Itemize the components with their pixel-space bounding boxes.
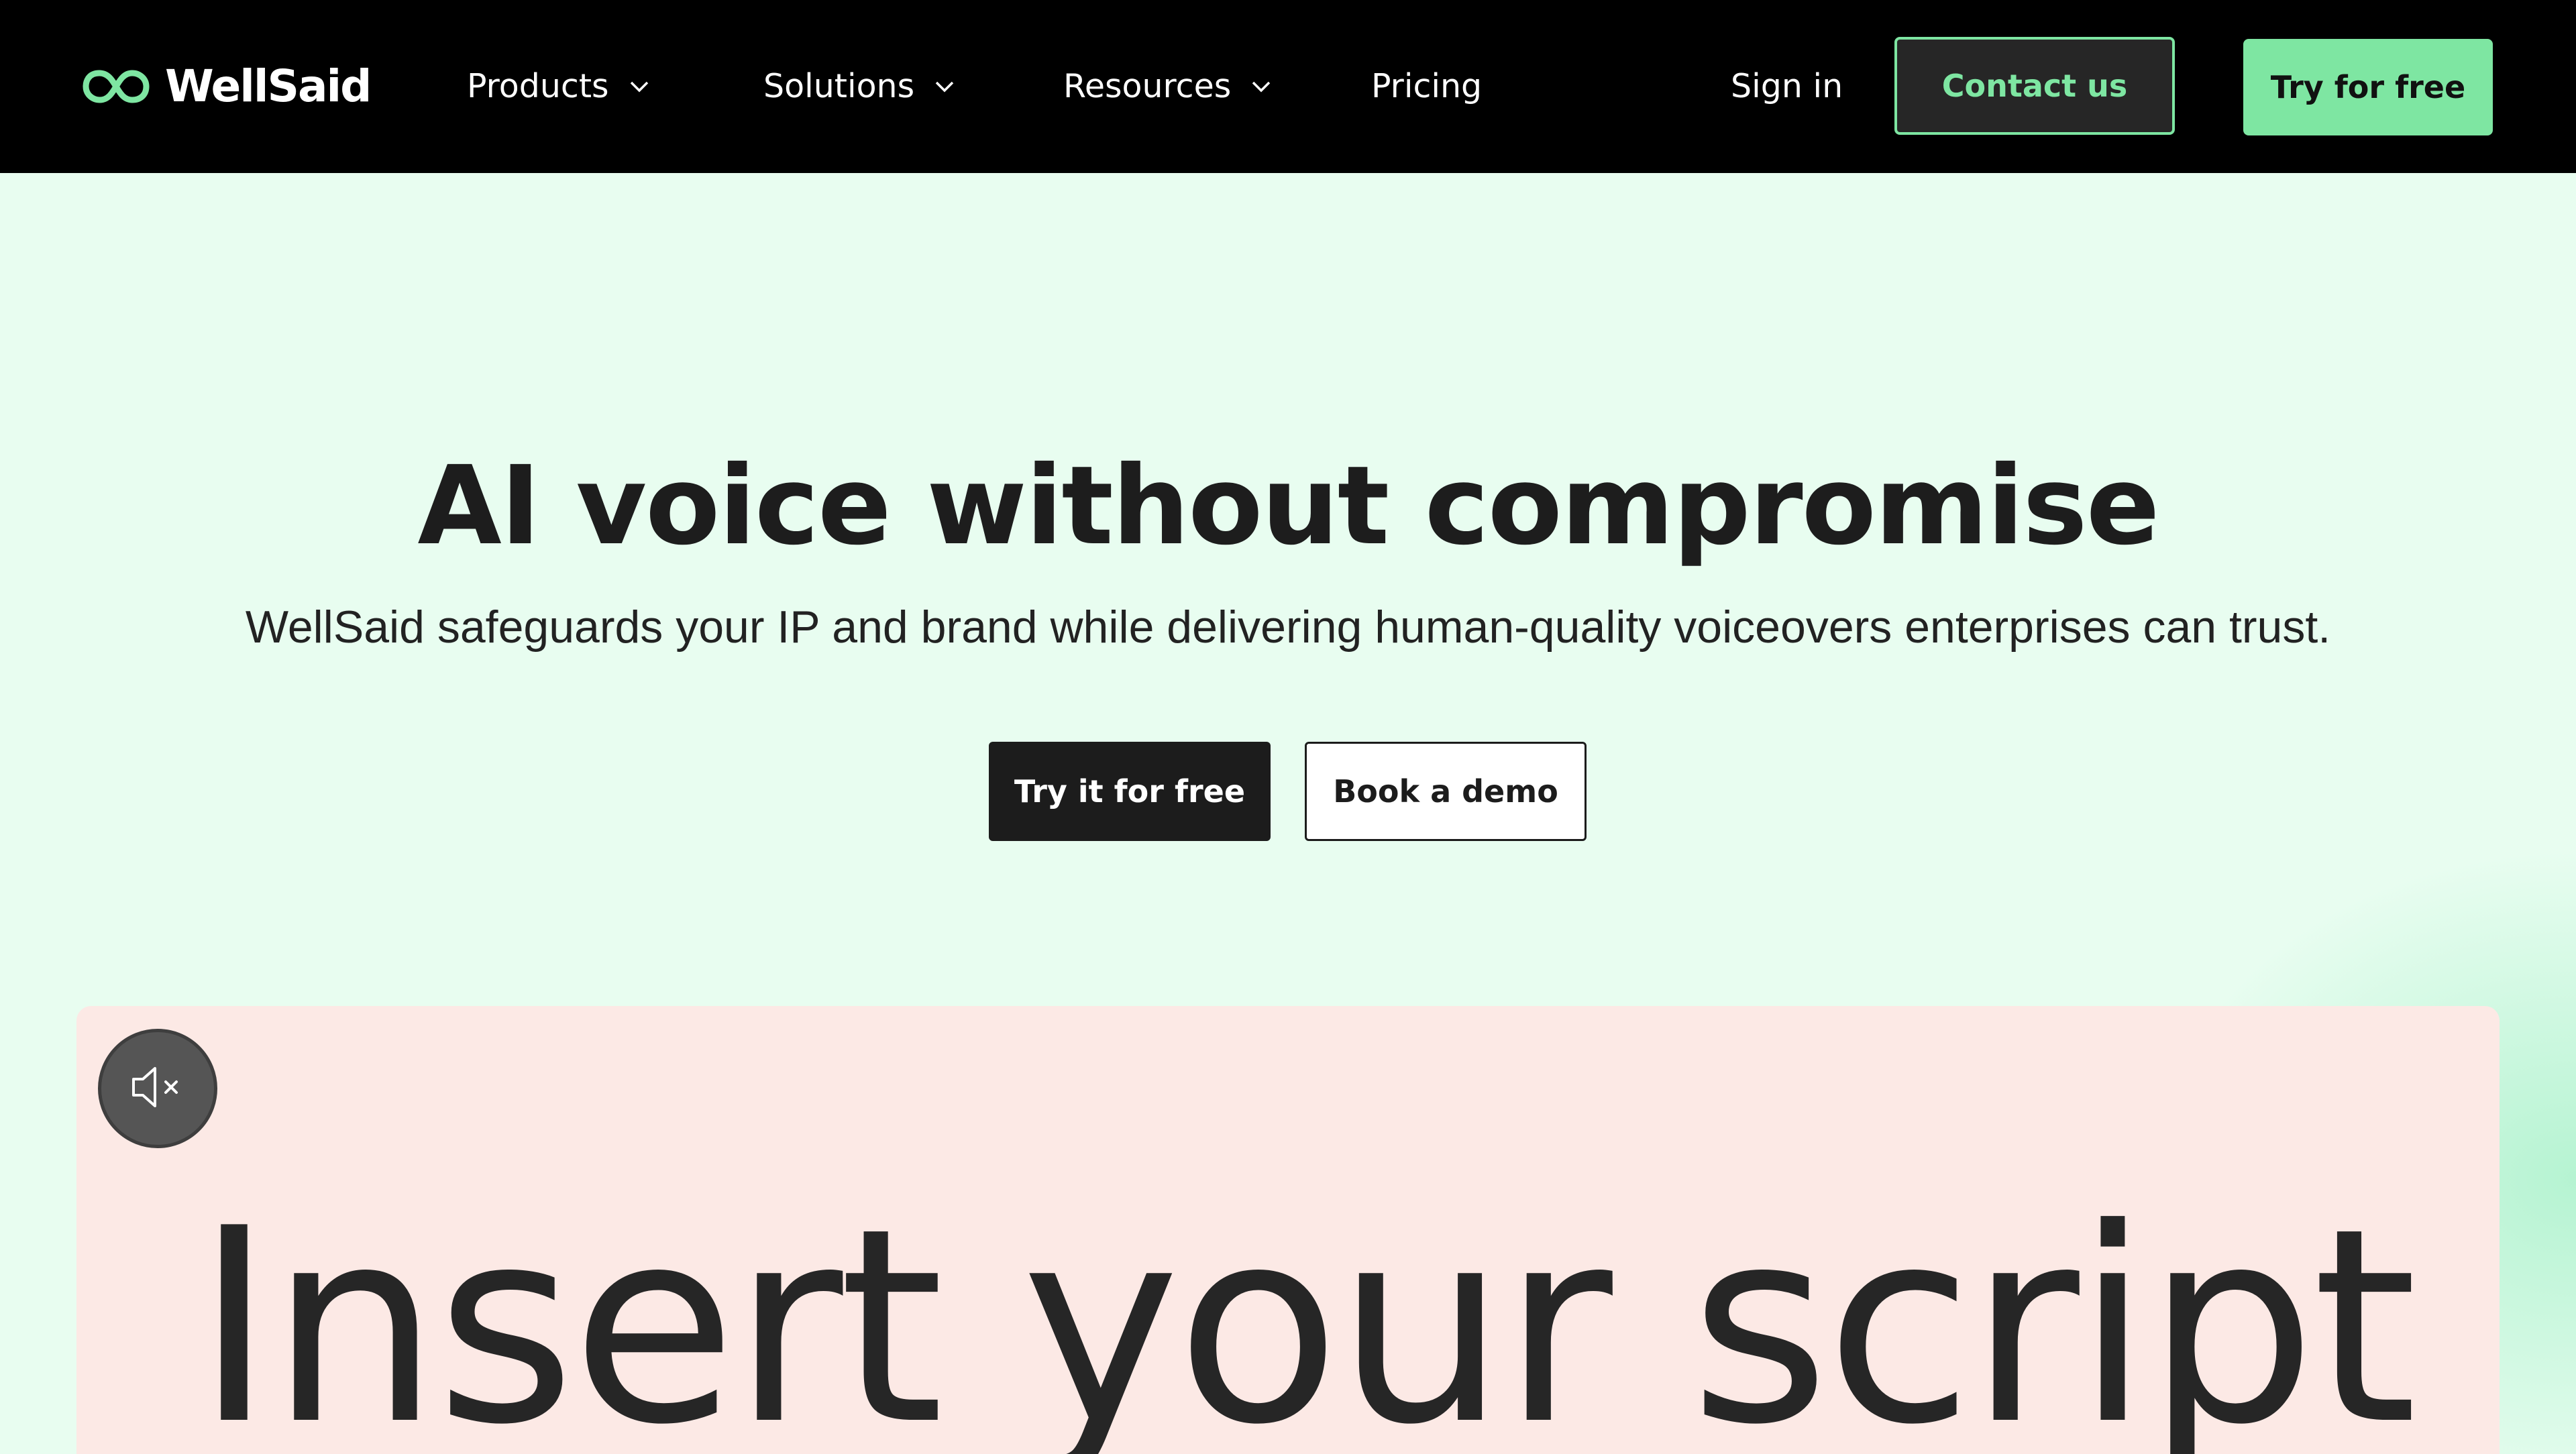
- nav-resources[interactable]: Resources: [1063, 63, 1271, 110]
- mute-toggle-button[interactable]: [98, 1029, 217, 1148]
- wellsaid-infinity-logo-icon: [82, 68, 150, 105]
- nav-solutions-label: Solutions: [763, 67, 915, 105]
- nav-products[interactable]: Products: [467, 63, 649, 110]
- sign-in-link[interactable]: Sign in: [1731, 63, 1843, 110]
- nav-resources-label: Resources: [1063, 67, 1232, 105]
- nav-products-label: Products: [467, 67, 609, 105]
- book-a-demo-button[interactable]: Book a demo: [1305, 742, 1587, 841]
- contact-us-button[interactable]: Contact us: [1894, 37, 2175, 135]
- hero-subtitle: WellSaid safeguards your IP and brand wh…: [245, 602, 2331, 653]
- wellsaid-logo[interactable]: WellSaid: [82, 60, 372, 112]
- demo-video-panel[interactable]: Insert your script: [76, 1006, 2500, 1454]
- speaker-muted-icon: [124, 1060, 191, 1117]
- chevron-down-icon: [1251, 80, 1271, 93]
- chevron-down-icon: [934, 80, 955, 93]
- brand-name: WellSaid: [165, 60, 372, 112]
- video-caption-text: Insert your script: [195, 1172, 2418, 1454]
- nav-pricing[interactable]: Pricing: [1371, 63, 1482, 110]
- nav-pricing-label: Pricing: [1371, 67, 1483, 105]
- try-it-for-free-button[interactable]: Try it for free: [989, 742, 1271, 841]
- top-navigation: WellSaid Products Solutions Resources Pr…: [0, 0, 2576, 173]
- nav-solutions[interactable]: Solutions: [763, 63, 955, 110]
- chevron-down-icon: [629, 80, 649, 93]
- hero-title: AI voice without compromise: [417, 443, 2159, 569]
- try-for-free-button[interactable]: Try for free: [2243, 39, 2493, 135]
